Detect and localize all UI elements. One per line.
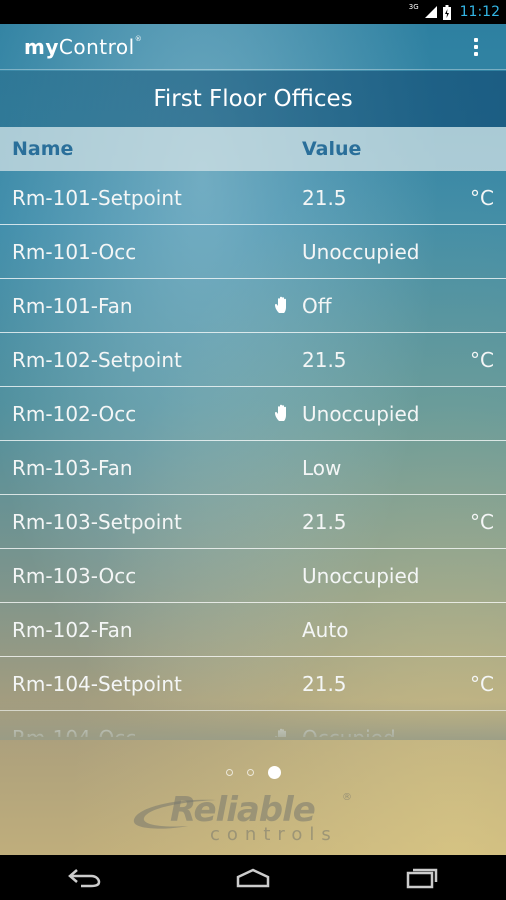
page-indicator: [0, 766, 506, 779]
point-name: Rm-103-Occ: [12, 564, 137, 588]
table-row[interactable]: Rm-103-Fan Low: [0, 441, 506, 495]
table-row[interactable]: Rm-104-Occ Occupied: [0, 711, 506, 737]
status-bar: 3G 11:12: [0, 0, 506, 24]
back-icon: [68, 868, 101, 887]
recent-apps-icon: [406, 868, 437, 888]
logo-sub-text: controls: [210, 824, 338, 845]
point-value[interactable]: 21.5: [302, 348, 347, 372]
app-title-registered: ®: [134, 34, 143, 43]
point-value[interactable]: Occupied: [302, 726, 396, 737]
point-value[interactable]: 21.5: [302, 510, 347, 534]
page-dot[interactable]: [267, 766, 281, 779]
point-unit: °C: [470, 672, 494, 696]
manual-override-hand-icon: [274, 296, 290, 314]
point-value[interactable]: Unoccupied: [302, 564, 419, 588]
page-dot[interactable]: [225, 769, 233, 776]
app-bar: myControl®: [0, 24, 506, 70]
home-button[interactable]: [223, 855, 283, 900]
manual-override-hand-icon: [274, 728, 290, 737]
battery-icon: [442, 4, 451, 20]
point-value[interactable]: Low: [302, 456, 341, 480]
table-row[interactable]: Rm-103-Setpoint 21.5 °C: [0, 495, 506, 549]
points-list[interactable]: Rm-101-Setpoint 21.5 °C Rm-101-Occ Unoccupie…: [0, 171, 506, 737]
point-value[interactable]: Unoccupied: [302, 240, 419, 264]
logo-registered: ®: [342, 792, 352, 803]
status-icons: 3G 11:12: [408, 3, 500, 20]
point-value[interactable]: 21.5: [302, 672, 347, 696]
point-name: Rm-102-Setpoint: [12, 348, 182, 372]
network-type: 3G: [408, 3, 419, 11]
point-unit: °C: [470, 186, 494, 210]
status-time: 11:12: [459, 4, 500, 20]
app-title-rest: Control: [58, 34, 135, 59]
point-name: Rm-101-Setpoint: [12, 186, 182, 210]
table-row[interactable]: Rm-101-Occ Unoccupied: [0, 225, 506, 279]
point-name: Rm-103-Setpoint: [12, 510, 182, 534]
column-header-name[interactable]: Name: [12, 138, 73, 160]
point-name: Rm-102-Occ: [12, 402, 137, 426]
table-row[interactable]: Rm-101-Fan Off: [0, 279, 506, 333]
point-value[interactable]: Unoccupied: [302, 402, 419, 426]
home-icon: [236, 868, 270, 887]
recent-apps-button[interactable]: [392, 855, 452, 900]
table-row[interactable]: Rm-102-Occ Unoccupied: [0, 387, 506, 441]
point-unit: °C: [470, 348, 494, 372]
table-header: Name Value: [0, 127, 506, 171]
point-name: Rm-104-Occ: [12, 726, 136, 737]
page-title: First Floor Offices: [0, 71, 506, 127]
signal-icon: [424, 6, 437, 18]
reliable-controls-logo: Reliable ® controls: [128, 790, 388, 848]
navigation-bar: [0, 855, 506, 900]
app-title: myControl®: [24, 35, 142, 59]
point-name: Rm-101-Occ: [12, 240, 137, 264]
point-value[interactable]: 21.5: [302, 186, 347, 210]
point-unit: °C: [470, 510, 494, 534]
table-row[interactable]: Rm-104-Setpoint 21.5 °C: [0, 657, 506, 711]
point-name: Rm-102-Fan: [12, 618, 133, 642]
point-name: Rm-104-Setpoint: [12, 672, 182, 696]
column-header-value[interactable]: Value: [302, 138, 361, 160]
table-row[interactable]: Rm-102-Fan Auto: [0, 603, 506, 657]
point-name: Rm-103-Fan: [12, 456, 133, 480]
app-title-bold: my: [24, 34, 59, 59]
back-button[interactable]: [54, 855, 114, 900]
table-row[interactable]: Rm-103-Occ Unoccupied: [0, 549, 506, 603]
page-dot[interactable]: [246, 769, 254, 776]
point-value[interactable]: Auto: [302, 618, 348, 642]
point-value[interactable]: Off: [302, 294, 332, 318]
overflow-menu-icon[interactable]: [466, 32, 486, 62]
table-row[interactable]: Rm-101-Setpoint 21.5 °C: [0, 171, 506, 225]
table-row[interactable]: Rm-102-Setpoint 21.5 °C: [0, 333, 506, 387]
manual-override-hand-icon: [274, 404, 290, 422]
point-name: Rm-101-Fan: [12, 294, 133, 318]
